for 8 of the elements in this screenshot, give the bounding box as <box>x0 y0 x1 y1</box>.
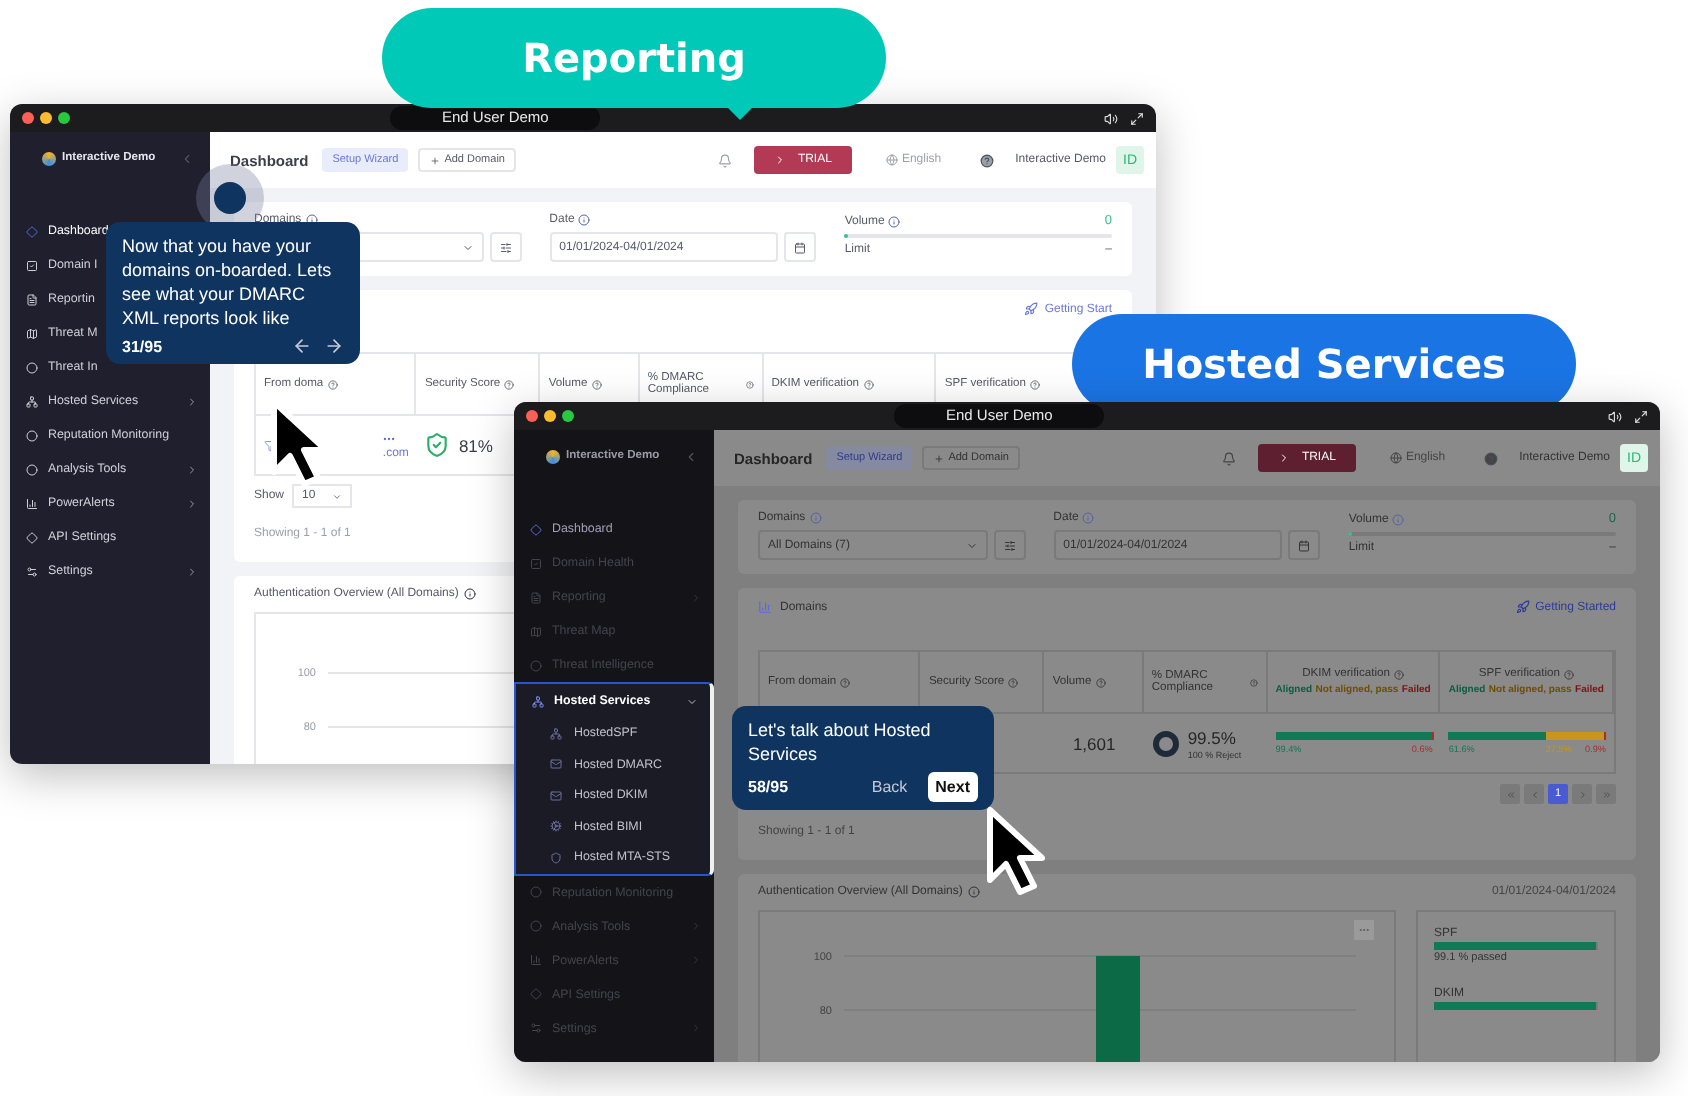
tooltip-text: Let's talk about Hosted Services <box>748 718 933 766</box>
step-counter: 31/95 <box>122 337 163 355</box>
score-value: 81% <box>458 435 493 455</box>
compliance-value: 99.5% <box>1187 727 1238 747</box>
volume-value: 1,601 <box>1072 733 1116 753</box>
callout-label: Reporting <box>382 8 886 108</box>
tooltip-text: Now that you have your domains on-boarded. Lets see what your DMARC XML reports look like <box>122 234 334 330</box>
step-counter: 58/95 <box>748 778 789 796</box>
